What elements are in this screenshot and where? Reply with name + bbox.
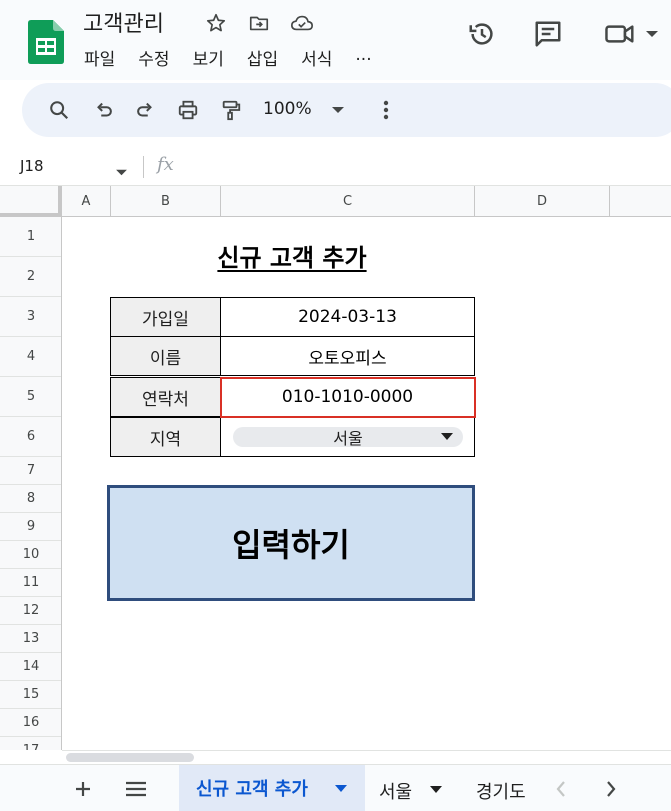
row-header-17[interactable]: 17 xyxy=(0,737,61,750)
document-title[interactable]: 고객관리 xyxy=(83,6,164,38)
more-vert-icon[interactable] xyxy=(372,96,400,124)
name-box[interactable]: J18 xyxy=(20,157,44,175)
menu-more[interactable]: ... xyxy=(355,45,371,70)
undo-icon[interactable] xyxy=(90,96,118,124)
column-header-b[interactable]: B xyxy=(111,186,221,217)
row-header-5[interactable]: 5 xyxy=(0,377,61,417)
add-sheet-icon[interactable] xyxy=(70,776,96,802)
row-header-16[interactable]: 16 xyxy=(0,709,61,737)
row-header-3[interactable]: 3 xyxy=(0,297,61,337)
contact-cell[interactable]: 010-1010-0000 xyxy=(220,377,475,417)
sheet-tab-seoul[interactable]: 서울 xyxy=(379,778,412,804)
video-call-icon[interactable] xyxy=(604,18,636,50)
row-header-6[interactable]: 6 xyxy=(0,417,61,457)
row-header-4[interactable]: 4 xyxy=(0,337,61,377)
sheet-tab-gyeonggi[interactable]: 경기도 xyxy=(476,778,528,804)
column-header-a[interactable]: A xyxy=(62,186,111,217)
sheet-tab-seoul-menu-icon[interactable] xyxy=(430,786,442,793)
row-header-1[interactable]: 1 xyxy=(0,217,61,257)
row-header-12[interactable]: 12 xyxy=(0,597,61,625)
row-header-14[interactable]: 14 xyxy=(0,653,61,681)
chevron-down-icon[interactable] xyxy=(642,18,662,50)
zoom-select[interactable]: 100% xyxy=(263,99,312,119)
menu-insert[interactable]: 삽입 xyxy=(247,45,278,70)
menu-edit[interactable]: 수정 xyxy=(138,45,169,70)
search-icon[interactable] xyxy=(45,96,73,124)
region-dropdown-chip[interactable]: 서울 xyxy=(233,427,463,448)
select-all-corner[interactable] xyxy=(0,186,62,217)
chevron-right-icon[interactable] xyxy=(598,776,624,802)
version-history-icon[interactable] xyxy=(466,18,498,50)
menu-bar: 파일 수정 보기 삽입 서식 ... xyxy=(84,45,395,70)
contact-label[interactable]: 연락처 xyxy=(110,377,221,417)
row-header-7[interactable]: 7 xyxy=(0,457,61,485)
function-icon: fx xyxy=(157,154,174,175)
sheets-logo-icon[interactable] xyxy=(28,20,64,64)
formula-divider xyxy=(143,156,144,178)
join-date-label[interactable]: 가입일 xyxy=(110,297,221,337)
move-to-folder-icon[interactable] xyxy=(246,10,272,36)
region-dropdown-icon[interactable] xyxy=(441,433,453,440)
row-header-10[interactable]: 10 xyxy=(0,541,61,569)
column-header-c[interactable]: C xyxy=(221,186,475,217)
all-sheets-icon[interactable] xyxy=(123,776,149,802)
chevron-left-icon[interactable] xyxy=(548,776,574,802)
row-header-13[interactable]: 13 xyxy=(0,625,61,653)
join-date-cell[interactable]: 2024-03-13 xyxy=(220,297,475,337)
star-icon[interactable] xyxy=(203,10,229,36)
menu-format[interactable]: 서식 xyxy=(301,45,332,70)
submit-button[interactable]: 입력하기 xyxy=(107,485,475,601)
row-header-bar: 1 2 3 4 5 6 7 8 9 10 11 12 13 14 15 16 1… xyxy=(0,217,62,750)
sheet-tab-menu-icon[interactable] xyxy=(335,785,347,792)
comments-icon[interactable] xyxy=(532,18,564,50)
sheet-heading[interactable]: 신규 고객 추가 xyxy=(110,238,474,273)
name-cell[interactable]: 오토오피스 xyxy=(220,336,475,376)
menu-file[interactable]: 파일 xyxy=(84,45,115,70)
formula-input[interactable] xyxy=(190,149,671,185)
row-header-8[interactable]: 8 xyxy=(0,485,61,513)
zoom-dropdown-icon[interactable] xyxy=(324,96,352,124)
region-label[interactable]: 지역 xyxy=(110,417,221,457)
menu-view[interactable]: 보기 xyxy=(193,45,224,70)
row-header-11[interactable]: 11 xyxy=(0,569,61,597)
row-header-2[interactable]: 2 xyxy=(0,257,61,297)
cloud-saved-icon[interactable] xyxy=(289,10,315,36)
horizontal-scroll-thumb[interactable] xyxy=(66,753,194,762)
redo-icon[interactable] xyxy=(131,96,159,124)
sheet-tab-label: 신규 고객 추가 xyxy=(196,779,308,800)
paint-format-icon[interactable] xyxy=(217,96,245,124)
row-header-15[interactable]: 15 xyxy=(0,681,61,709)
print-icon[interactable] xyxy=(174,96,202,124)
name-box-dropdown-icon[interactable] xyxy=(115,162,128,181)
column-header-d[interactable]: D xyxy=(475,186,610,217)
name-label[interactable]: 이름 xyxy=(110,336,221,376)
row-header-9[interactable]: 9 xyxy=(0,513,61,541)
